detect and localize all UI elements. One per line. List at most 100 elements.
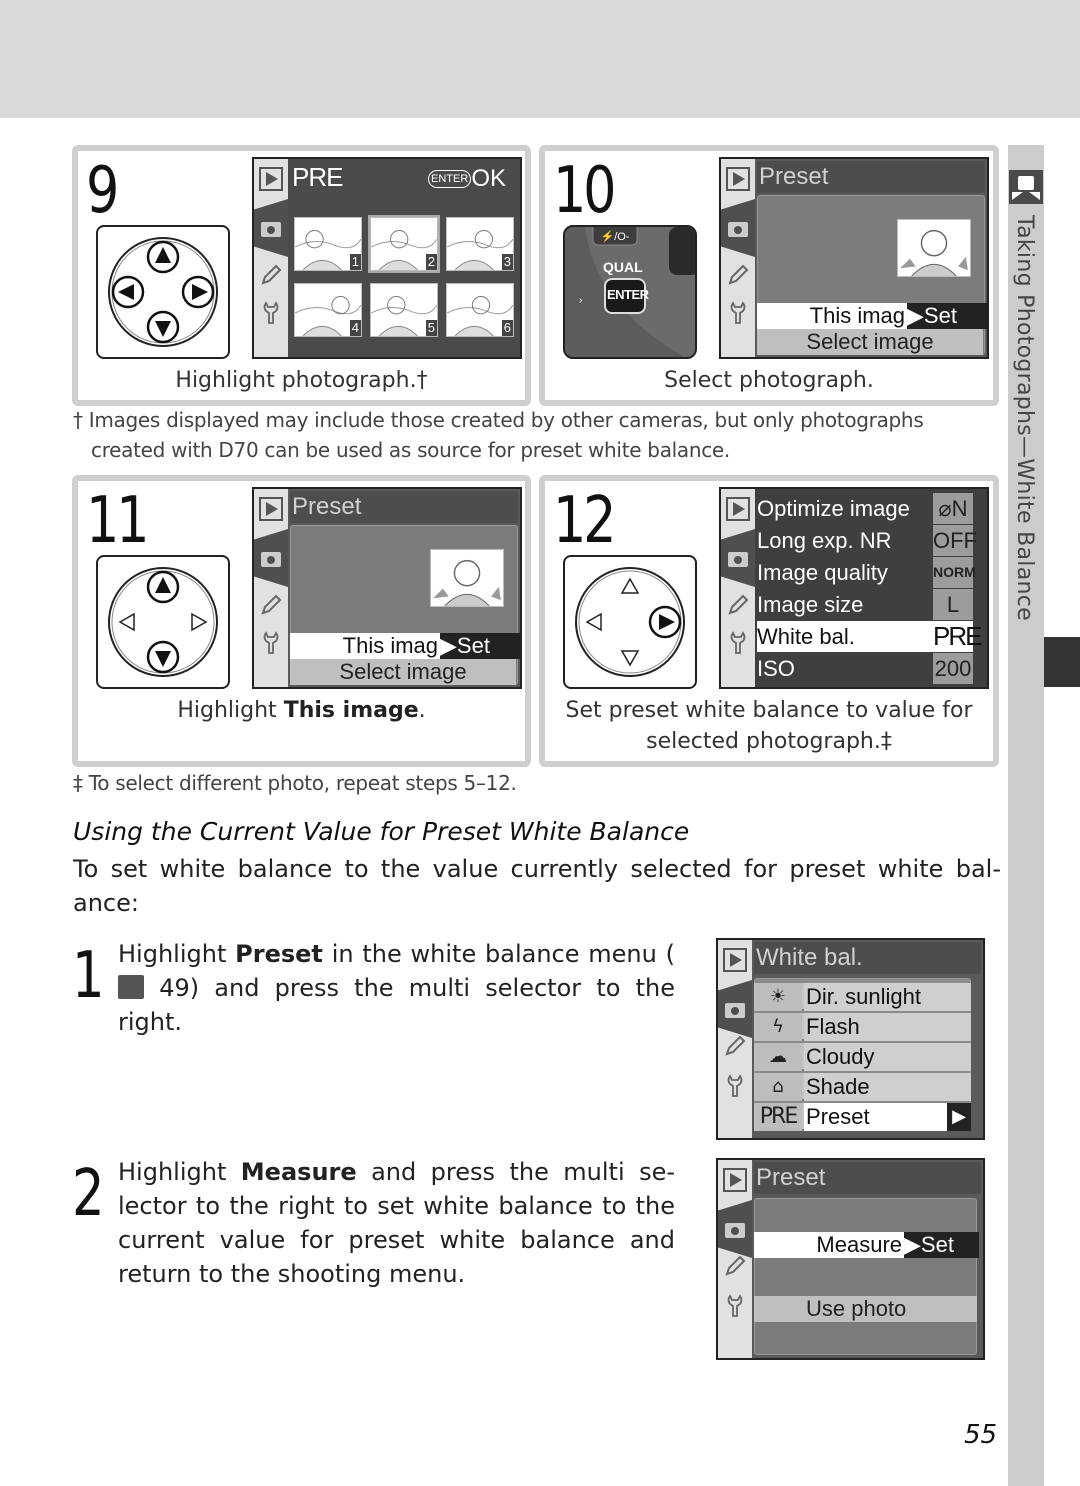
instruction-number: 1 [72,939,105,1013]
pencil-icon [723,1254,747,1278]
playback-icon [726,497,750,521]
camera-icon [726,216,750,240]
pencil-icon [726,263,750,287]
camera-lcd-screen: PRE ENTER OK 123456 [252,157,522,359]
playback-icon [723,1168,747,1192]
set-indicator: ▶Set [904,1232,979,1258]
screen-title: White bal. [754,942,981,974]
pencil-icon [726,593,750,617]
menu-row-value: 200 [933,653,973,684]
option-this-image[interactable]: This imag [290,633,440,659]
wb-option-label: Dir. sunlight [804,983,971,1011]
wb-option-shade[interactable]: ⌂ Shade [754,1073,971,1101]
photo-thumbnail[interactable]: 6 [446,283,514,337]
wb-option-preset[interactable]: PRE Preset ▶ [754,1103,971,1131]
step-caption: Select photograph. [664,368,874,393]
wb-option-label: Flash [804,1013,971,1041]
camera-lcd-screen: Preset This imag ▶Set Select image [719,157,989,359]
selected-photo-thumbnail [430,549,504,607]
wrench-icon [726,301,750,325]
camera-icon [726,546,750,570]
wrench-icon [726,631,750,655]
camera-icon [723,1217,747,1241]
playback-icon [726,167,750,191]
photo-thumbnail[interactable]: 4 [294,283,362,337]
wb-mode-icon: ϟ [754,1013,802,1041]
section-intro: To set white balance to the value curren… [73,855,1001,917]
photo-thumbnail[interactable]: 1 [294,217,362,271]
enter-badge: ENTER [428,170,472,188]
footnote-double-dagger: ‡ To select different photo, repeat step… [73,771,517,795]
section-heading: Using the Current Value for Preset White… [73,817,690,846]
playback-icon [723,948,747,972]
multi-selector-diagram [96,225,230,359]
menu-row-value: OFF [933,525,977,556]
step-11-panel: 11 Preset This imag ▶Set Select image Hi… [72,475,531,767]
photo-thumbnail[interactable]: 3 [446,217,514,271]
page-header-band [0,0,1080,118]
photo-thumbnail[interactable]: 5 [370,283,438,337]
thumbnail-number: 5 [425,320,437,336]
option-select-image[interactable]: Select image [290,659,516,685]
step-10-panel: 10 ⚡/O- › QUAL ENTER Preset This imag ▶S… [539,145,999,406]
step-9-panel: 9 PRE ENTER OK 123456 Highlight photograp… [72,145,531,406]
instruction-1-text: Highlight Preset in the white balance me… [118,940,676,1036]
step-caption: Set preset white balance to value for se… [565,698,973,754]
screen-title: Preset [290,491,518,523]
menu-row-label: Image size [757,589,933,620]
preset-menu-screen: Preset Measure ▶Set Use photo [716,1158,985,1360]
step-caption: Highlight This image. [177,698,426,723]
thumb-index-marker [1044,637,1080,687]
multi-selector-diagram [563,555,697,689]
menu-row[interactable]: Optimize image ⌀N [757,493,977,524]
pencil-icon [259,263,283,287]
option-select-image[interactable]: Select image [757,329,983,355]
menu-row[interactable]: White bal. PRE [757,621,982,652]
wb-option-label: Preset [804,1103,971,1131]
thumbnail-number: 4 [349,320,361,336]
instruction-2-text: Highlight Measure and press the multi se… [118,1158,675,1288]
wb-option-dir-sunlight[interactable]: ☀ Dir. sunlight [754,983,971,1011]
option-measure[interactable]: Measure [754,1232,904,1258]
page-reference-icon [118,975,144,999]
menu-row-label: Long exp. NR [757,525,933,556]
menu-row[interactable]: Image quality NORM [757,557,977,588]
thumbnail-number: 3 [501,254,513,270]
menu-row-value: PRE [933,621,982,652]
option-this-image[interactable]: This imag [757,303,907,329]
wb-option-label: Cloudy [804,1043,971,1071]
menu-row-label: Image quality [757,557,933,588]
playback-icon [259,167,283,191]
enter-ok-label: ENTER OK [428,165,506,193]
pencil-icon [259,593,283,617]
thumbnail-number: 6 [501,320,513,336]
qual-label: QUAL [603,259,643,275]
step-12-panel: 12 Optimize image ⌀N Long exp. NR OFF Image … [539,475,999,767]
svg-text:›: › [579,295,582,306]
wrench-icon [723,1294,747,1318]
wb-option-cloudy[interactable]: ☁ Cloudy [754,1043,971,1071]
step-number: 11 [86,484,150,558]
menu-row[interactable]: Image size L [757,589,977,620]
thumbnail-number: 2 [425,254,437,270]
wrench-icon [259,301,283,325]
playback-icon [259,497,283,521]
menu-row-value: ⌀N [933,493,973,524]
page-number: 55 [964,1420,998,1450]
camera-mode-icon [1009,170,1043,204]
menu-row-label: Optimize image [757,493,933,524]
set-indicator: ▶Set [907,303,987,329]
step-number: 12 [553,484,617,558]
photo-thumbnail[interactable]: 2 [368,215,440,273]
menu-row[interactable]: Long exp. NR OFF [757,525,977,556]
wb-option-flash[interactable]: ϟ Flash [754,1013,971,1041]
menu-row-label: ISO [757,653,933,684]
camera-icon [259,216,283,240]
menu-row[interactable]: ISO 200 [757,653,977,684]
option-use-photo[interactable]: Use photo [754,1296,977,1322]
step-caption: Highlight photograph.† [175,368,428,393]
wb-mode-icon: ☁ [754,1043,802,1071]
footnote-dagger: † Images displayed may include those cre… [73,408,924,462]
screen-title: Preset [757,161,985,193]
menu-row-label: White bal. [757,621,933,652]
